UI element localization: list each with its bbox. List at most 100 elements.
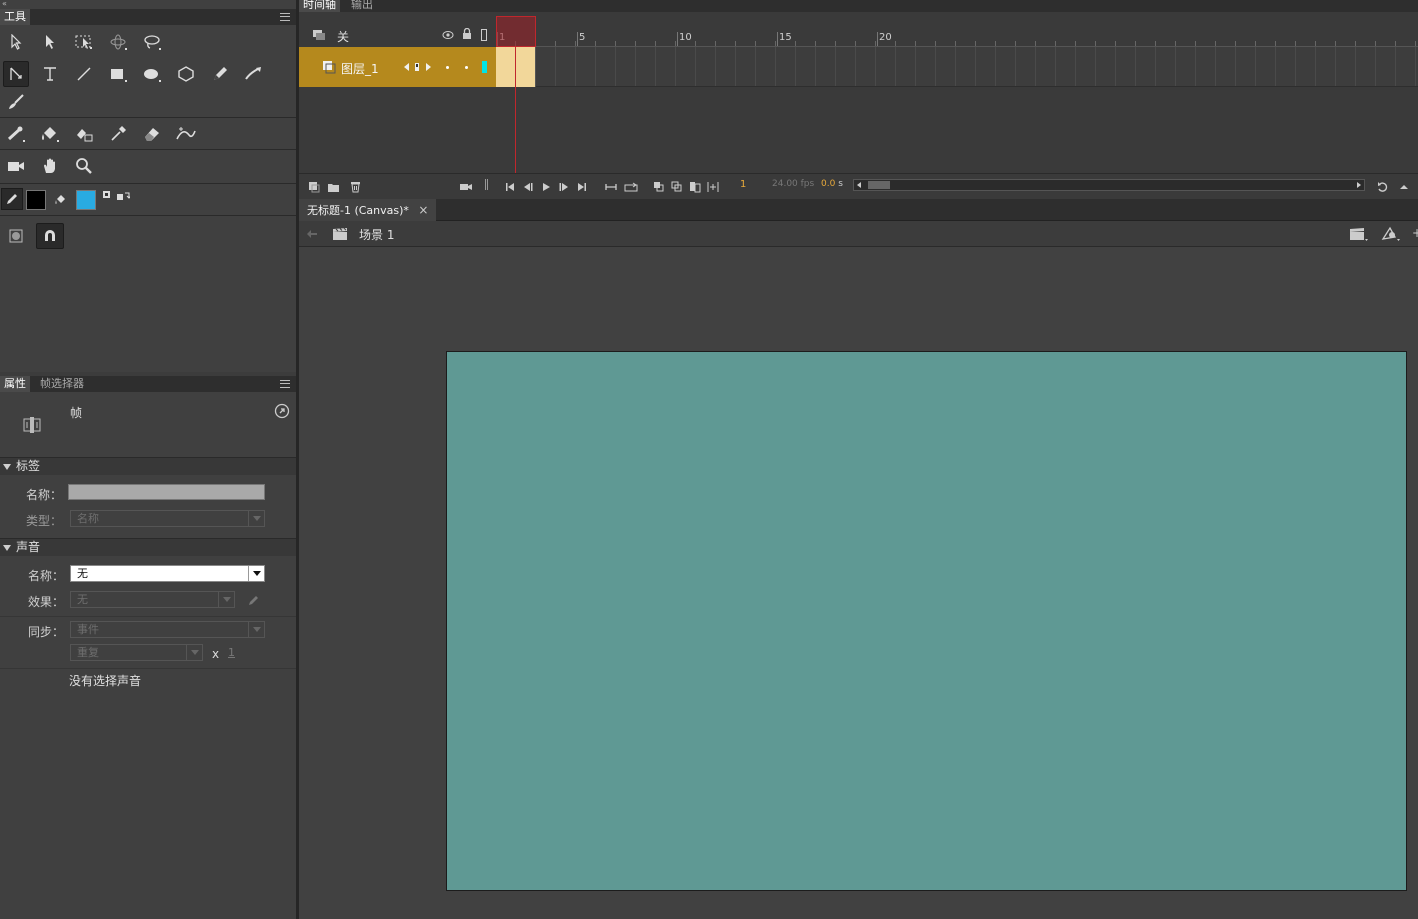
- layer-color-tag[interactable]: [482, 61, 487, 73]
- tab-properties[interactable]: 属性: [0, 376, 30, 392]
- ruler-tick: [935, 41, 936, 46]
- help-circle-icon[interactable]: [273, 402, 291, 420]
- object-drawing-icon[interactable]: [3, 223, 29, 249]
- selection-tool-icon[interactable]: [3, 29, 29, 55]
- text-icon[interactable]: [37, 61, 63, 87]
- default-colors-icon[interactable]: [101, 188, 115, 206]
- scroll-right-arrow-icon[interactable]: [1357, 182, 1361, 188]
- close-icon[interactable]: ×: [418, 203, 428, 217]
- go-to-last-frame-icon[interactable]: [575, 180, 589, 194]
- repeat-count-value[interactable]: 1: [228, 646, 235, 659]
- modify-onion-markers-icon[interactable]: [706, 180, 720, 194]
- line-pen-icon[interactable]: [3, 61, 29, 87]
- sound-name-label: 名称：: [27, 569, 64, 583]
- timeline-horizontal-scrollbar[interactable]: [853, 179, 1365, 191]
- width-tool-icon[interactable]: [173, 121, 199, 147]
- play-icon[interactable]: [539, 180, 553, 194]
- scroll-left-arrow-icon[interactable]: [857, 182, 861, 188]
- new-folder-icon[interactable]: [326, 180, 340, 194]
- step-forward-icon[interactable]: [557, 180, 571, 194]
- collapse-up-icon[interactable]: [1397, 179, 1411, 195]
- ink-bottle-icon[interactable]: [71, 121, 97, 147]
- subselection-tool-icon[interactable]: [37, 29, 63, 55]
- center-frame-icon[interactable]: [623, 180, 639, 194]
- eyedropper-icon[interactable]: [105, 121, 131, 147]
- polystar-icon[interactable]: [173, 61, 199, 87]
- panel-menu-icon[interactable]: [280, 13, 290, 21]
- 3d-rotation-icon[interactable]: [105, 29, 131, 55]
- layer-row[interactable]: 图层_1: [299, 47, 496, 87]
- trash-icon[interactable]: [348, 180, 362, 194]
- scene-breadcrumb[interactable]: 场景 1: [359, 226, 394, 243]
- paint-brush-icon[interactable]: [241, 61, 267, 87]
- stroke-color-swatch[interactable]: [26, 190, 46, 210]
- tab-timeline[interactable]: 时间轴: [299, 0, 340, 12]
- lock-icon[interactable]: [460, 27, 474, 41]
- current-frame-value[interactable]: 1: [740, 179, 746, 190]
- eraser-icon[interactable]: [139, 121, 165, 147]
- layer-outline-icon[interactable]: [311, 28, 327, 42]
- line-icon[interactable]: [71, 61, 97, 87]
- fill-color-swatch[interactable]: [76, 190, 96, 210]
- snap-to-objects-icon[interactable]: [36, 223, 64, 249]
- tab-frame-picker[interactable]: 帧选择器: [36, 376, 88, 392]
- edit-scene-icon[interactable]: [1348, 225, 1370, 243]
- step-back-icon[interactable]: [521, 180, 535, 194]
- frame-ruler[interactable]: 15101520: [496, 15, 1418, 47]
- back-arrow-icon[interactable]: [304, 227, 320, 241]
- collapse-arrows-icon[interactable]: «: [2, 0, 7, 8]
- layer-name[interactable]: 图层_1: [341, 60, 379, 77]
- scrollbar-thumb[interactable]: [868, 181, 890, 189]
- edit-symbols-icon[interactable]: [1380, 225, 1402, 243]
- elapsed-time-value[interactable]: 0.0: [821, 179, 835, 189]
- sound-name-dropdown[interactable]: 无: [70, 565, 265, 582]
- tab-output[interactable]: 输出: [347, 0, 377, 12]
- edit-envelope-pencil-icon[interactable]: [245, 591, 263, 609]
- sound-sync-dropdown[interactable]: 事件: [70, 621, 265, 638]
- camera-icon[interactable]: [3, 153, 29, 179]
- onion-skin-icon[interactable]: [652, 180, 666, 194]
- sound-section-header[interactable]: 声音: [0, 538, 296, 556]
- hand-icon[interactable]: [37, 153, 63, 179]
- label-name-input[interactable]: [68, 484, 265, 500]
- frames-area[interactable]: 15101520: [496, 15, 1418, 173]
- sound-repeat-dropdown[interactable]: 重复: [70, 644, 203, 661]
- label-type-dropdown[interactable]: 名称: [70, 510, 265, 527]
- tools-panel-title[interactable]: 工具: [0, 9, 30, 25]
- onion-skin-outlines-icon[interactable]: [670, 180, 684, 194]
- go-to-first-frame-icon[interactable]: [503, 180, 517, 194]
- lasso-icon[interactable]: [139, 29, 165, 55]
- new-layer-icon[interactable]: [307, 180, 321, 194]
- frame-grid[interactable]: [496, 47, 1418, 87]
- keyframe-span[interactable]: [496, 47, 536, 87]
- brush-icon[interactable]: [3, 89, 29, 115]
- outline-toggle-icon[interactable]: [479, 28, 489, 42]
- swap-colors-icon[interactable]: [115, 188, 131, 206]
- camera-layer-icon[interactable]: [458, 180, 474, 194]
- label-section-header[interactable]: 标签: [0, 457, 296, 475]
- layer-lock-dot[interactable]: [465, 66, 468, 69]
- layer-visible-dot[interactable]: [446, 66, 449, 69]
- eye-icon[interactable]: [441, 28, 455, 42]
- paint-bucket-icon[interactable]: [37, 121, 63, 147]
- document-tab[interactable]: 无标题-1 (Canvas)* ×: [299, 199, 437, 221]
- sound-effect-dropdown[interactable]: 无: [70, 591, 235, 608]
- zoom-icon[interactable]: [71, 153, 97, 179]
- oval-icon[interactable]: [139, 61, 165, 87]
- stage-area[interactable]: [299, 247, 1418, 919]
- playhead-marker[interactable]: [496, 16, 536, 47]
- fps-unit: fps: [800, 179, 815, 189]
- rectangle-icon[interactable]: [105, 61, 131, 87]
- bone-icon[interactable]: [3, 121, 29, 147]
- edit-multiple-frames-icon[interactable]: [688, 180, 702, 194]
- loop-icon[interactable]: [604, 180, 618, 194]
- more-options-icon[interactable]: +: [1412, 226, 1418, 240]
- pencil-icon[interactable]: [207, 61, 233, 87]
- free-transform-icon[interactable]: [71, 29, 97, 55]
- label-name-label: 名称：: [25, 488, 62, 502]
- layer-motion-arrows-icon[interactable]: [401, 60, 437, 74]
- stage-canvas[interactable]: [446, 351, 1407, 891]
- undo-icon[interactable]: [1375, 179, 1391, 195]
- panel-menu-icon[interactable]: [280, 380, 290, 388]
- fps-value[interactable]: 24.00: [772, 179, 798, 189]
